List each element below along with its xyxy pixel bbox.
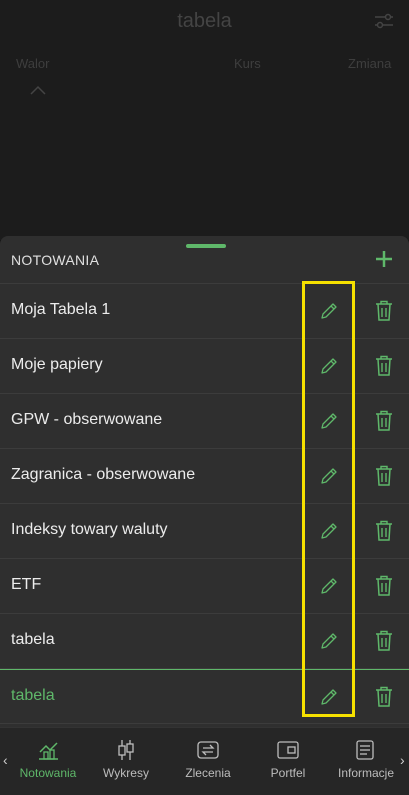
watchlist-list: Moja Tabela 1 Moje papiery GPW - obserwowa… — [0, 284, 409, 724]
column-zmiana[interactable]: Zmiana — [348, 56, 391, 71]
watchlist-sheet: NOTOWANIA Moja Tabela 1 Moje papiery GPW -… — [0, 236, 409, 795]
watchlist-row[interactable]: tabela — [0, 669, 409, 724]
pencil-icon[interactable] — [318, 465, 340, 487]
column-walor[interactable]: Walor — [16, 56, 49, 71]
watchlist-row[interactable]: GPW - obserwowane — [0, 394, 409, 449]
watchlist-row[interactable]: Moja Tabela 1 — [0, 284, 409, 339]
background-screen: tabela Walor Kurs Zmiana — [0, 0, 409, 240]
nav-label: Zlecenia — [185, 766, 231, 780]
pencil-icon[interactable] — [318, 410, 340, 432]
watchlist-row[interactable]: ETF — [0, 559, 409, 614]
pencil-icon[interactable] — [318, 686, 340, 708]
watchlist-row[interactable]: Indeksy towary waluty — [0, 504, 409, 559]
filter-icon[interactable] — [373, 12, 395, 30]
pencil-icon[interactable] — [318, 630, 340, 652]
exchange-icon — [197, 741, 219, 759]
watchlist-name: Zagranica - obserwowane — [11, 466, 196, 483]
news-icon — [356, 740, 374, 760]
sheet-header: NOTOWANIA — [0, 236, 409, 284]
nav-label: Notowania — [19, 766, 77, 780]
watchlist-name: ETF — [11, 576, 42, 593]
nav-zlecenia[interactable]: Zlecenia — [170, 728, 246, 795]
pencil-icon[interactable] — [318, 355, 340, 377]
nav-label: Wykresy — [103, 766, 149, 780]
bottom-nav: ‹ › Notowania Wykresy Zlecenia Portfel I… — [0, 727, 409, 795]
watchlist-name: GPW - obserwowane — [11, 411, 163, 428]
pencil-icon[interactable] — [318, 300, 340, 322]
pencil-icon[interactable] — [318, 520, 340, 542]
trash-icon[interactable] — [374, 299, 394, 323]
watchlist-name: Moja Tabela 1 — [11, 301, 111, 318]
plus-icon[interactable] — [373, 248, 395, 270]
column-headers: Walor Kurs Zmiana — [0, 56, 409, 76]
trash-icon[interactable] — [374, 629, 394, 653]
trash-icon[interactable] — [374, 409, 394, 433]
chart-icon — [39, 742, 58, 760]
sheet-title: NOTOWANIA — [11, 252, 100, 268]
chevron-left-icon[interactable]: ‹ — [3, 752, 8, 768]
watchlist-row[interactable]: Zagranica - obserwowane — [0, 449, 409, 504]
watchlist-name: Indeksy towary waluty — [11, 521, 168, 538]
trash-icon[interactable] — [374, 519, 394, 543]
nav-informacje[interactable]: Informacje — [328, 728, 404, 795]
nav-wykresy[interactable]: Wykresy — [88, 728, 164, 795]
watchlist-name: tabela — [11, 631, 55, 648]
watchlist-name: tabela — [11, 687, 55, 704]
trash-icon[interactable] — [374, 574, 394, 598]
nav-label: Informacje — [337, 766, 395, 780]
trash-icon[interactable] — [374, 464, 394, 488]
watchlist-name: Moje papiery — [11, 356, 103, 373]
sheet-drag-handle[interactable] — [186, 244, 226, 248]
nav-label: Portfel — [270, 766, 306, 780]
screen-title: tabela — [177, 10, 232, 32]
trash-icon[interactable] — [374, 685, 394, 709]
trash-icon[interactable] — [374, 354, 394, 378]
chevron-up-icon[interactable] — [28, 84, 48, 96]
watchlist-row[interactable]: tabela — [0, 614, 409, 669]
candlestick-icon — [118, 740, 134, 760]
nav-notowania[interactable]: Notowania — [10, 728, 86, 795]
wallet-icon — [277, 741, 299, 759]
column-kurs[interactable]: Kurs — [234, 56, 261, 71]
pencil-icon[interactable] — [318, 575, 340, 597]
watchlist-row[interactable]: Moje papiery — [0, 339, 409, 394]
nav-portfel[interactable]: Portfel — [250, 728, 326, 795]
